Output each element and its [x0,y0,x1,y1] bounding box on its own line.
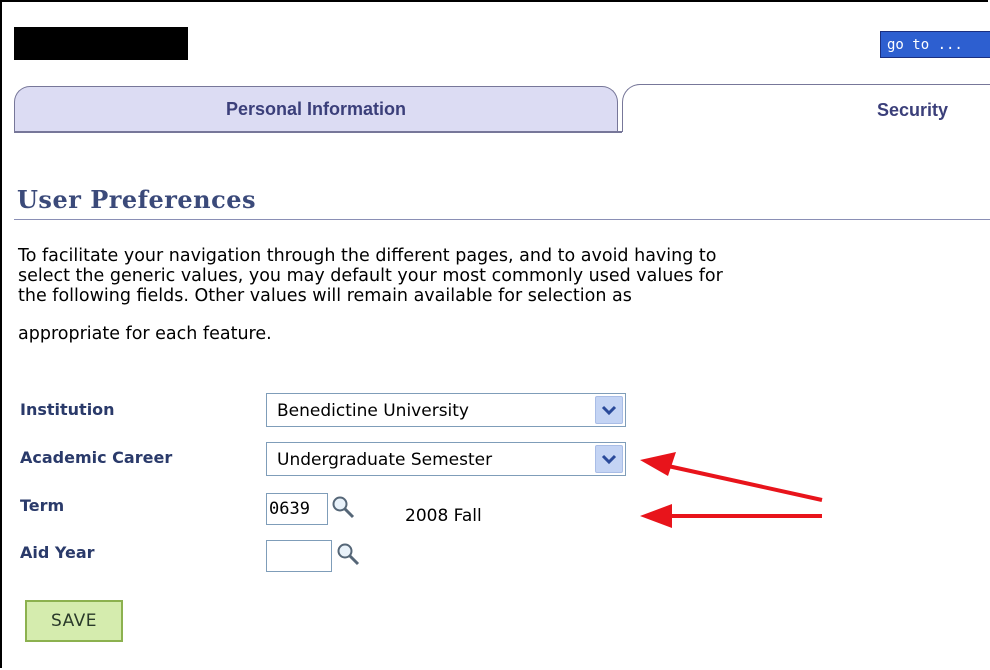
annotation-arrows [640,452,823,528]
red-arrow-icon [640,504,822,528]
red-arrow-icon [640,452,823,502]
